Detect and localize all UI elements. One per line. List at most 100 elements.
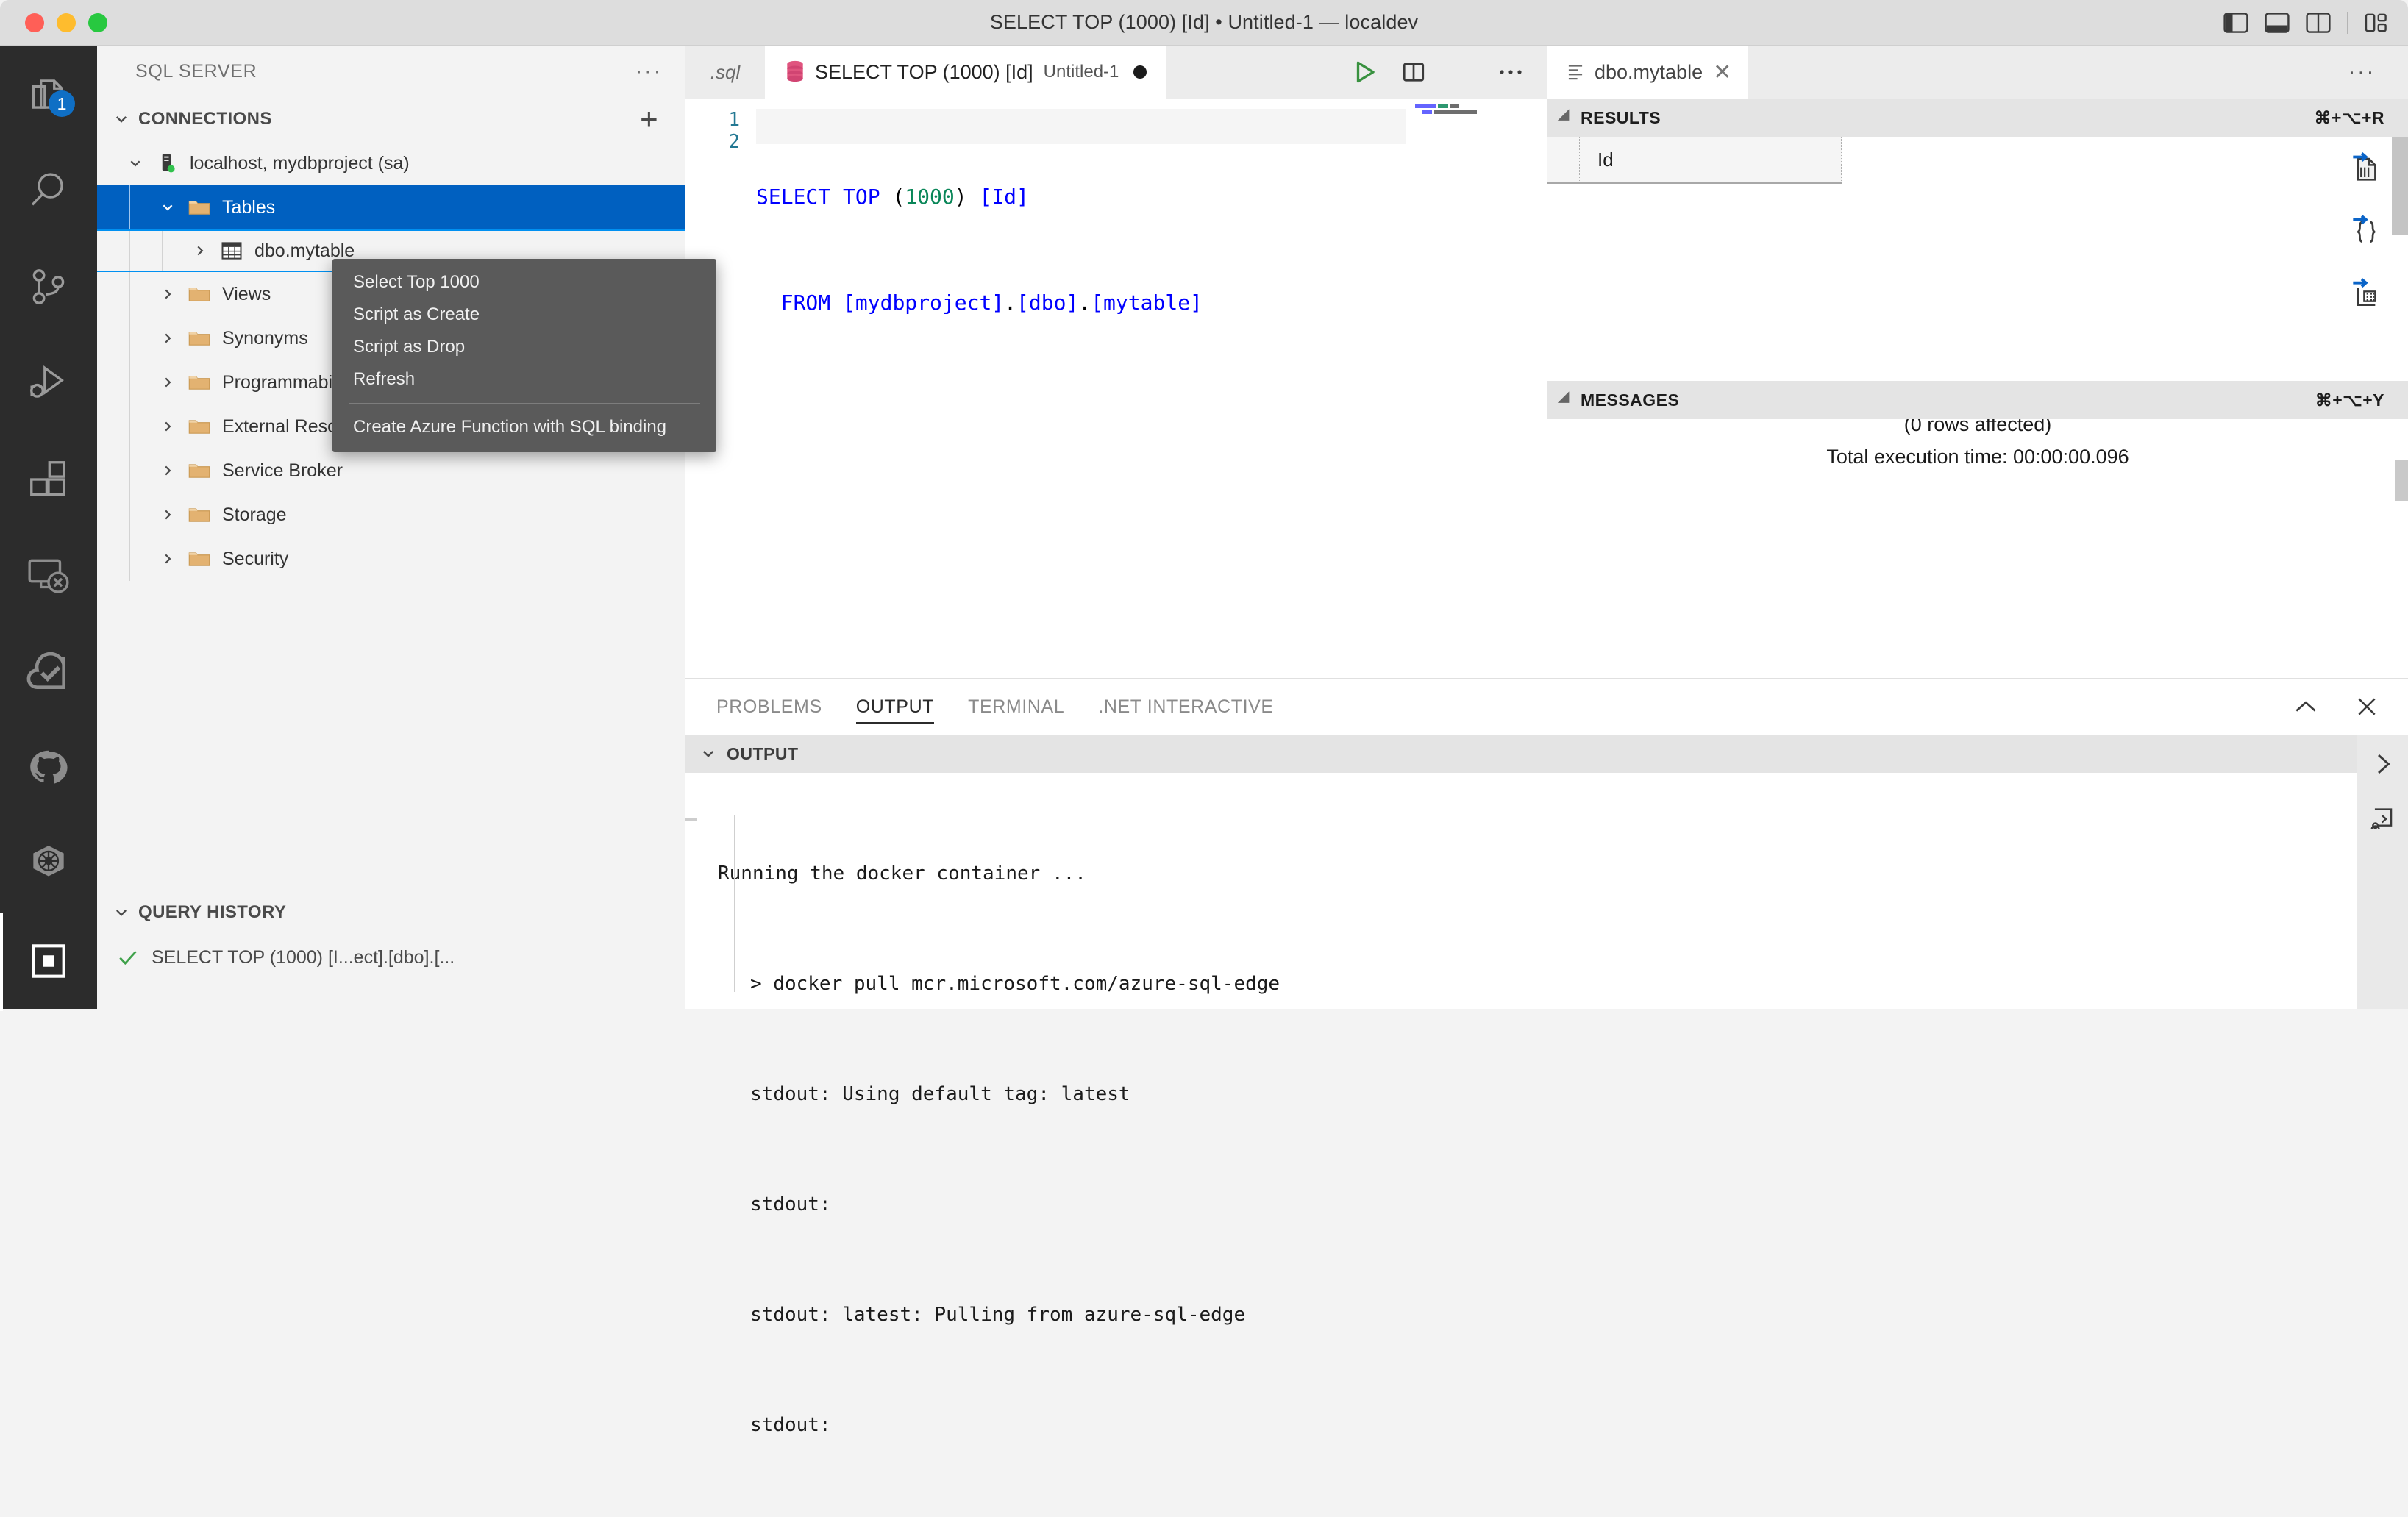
activity-item-run-and-debug[interactable] [0, 335, 97, 431]
tree-item-server[interactable]: localhost, mydbproject (sa) [97, 141, 685, 185]
chevron-up-icon[interactable] [2293, 699, 2318, 715]
open-terminal-icon[interactable] [2370, 805, 2396, 832]
tree-item-tables[interactable]: Tables [97, 185, 685, 229]
save-as-csv-icon[interactable] [2351, 150, 2380, 182]
messages-content[interactable]: (0 rows affected) Total execution time: … [1547, 419, 2408, 537]
messages-scrollbar[interactable] [2395, 460, 2408, 501]
context-menu-item-select-top-1000[interactable]: Select Top 1000 [332, 266, 716, 299]
results-more-actions-button[interactable]: ··· [2348, 60, 2376, 85]
activity-item-azure[interactable] [0, 624, 97, 720]
explorer-badge: 1 [49, 90, 75, 117]
context-menu-item-script-as-drop[interactable]: Script as Drop [332, 331, 716, 363]
code-editor[interactable]: 1 2 SELECT TOP (1000) [Id] FROM [mydbpro… [685, 99, 1547, 678]
activity-item-sql-server[interactable] [0, 913, 97, 1011]
panel-tab-dotnet-interactive[interactable]: .NET INTERACTIVE [1098, 679, 1273, 735]
close-icon[interactable] [2355, 695, 2379, 718]
output-console[interactable]: Running the docker container ... > docke… [685, 773, 2408, 1517]
output-horizontal-scroll-hint[interactable] [685, 818, 697, 821]
save-as-json-icon[interactable] [2351, 213, 2380, 246]
output-section-header[interactable]: OUTPUT [685, 735, 2408, 773]
results-list-icon [1568, 65, 1583, 80]
tree-item-storage[interactable]: Storage [97, 493, 685, 537]
activity-item-github[interactable] [0, 720, 97, 816]
sidebar-more-actions-button[interactable]: ··· [635, 60, 663, 82]
activity-item-kubernetes[interactable] [0, 816, 97, 913]
context-menu-item-create-azure-function[interactable]: Create Azure Function with SQL binding [332, 411, 716, 443]
output-line: stdout: [750, 1414, 831, 1436]
close-icon[interactable]: ✕ [1713, 60, 1731, 85]
sql-server-sidebar: SQL SERVER ··· CONNECTIONS + localhost, … [97, 46, 685, 1009]
chevron-right-icon[interactable] [152, 419, 184, 434]
sidebar-title: SQL SERVER [135, 60, 257, 82]
message-line: (0 rows affected) [1903, 419, 2052, 435]
triangle-collapse-icon[interactable] [1557, 391, 1575, 409]
panel-tab-output[interactable]: OUTPUT [855, 679, 935, 735]
chevron-down-icon[interactable] [700, 746, 716, 762]
server-connected-icon [152, 152, 182, 174]
column-header-id[interactable]: Id [1580, 137, 1842, 182]
panel-side-actions [2357, 735, 2408, 1009]
results-grid[interactable]: Id [1547, 137, 2408, 381]
query-history-item[interactable]: SELECT TOP (1000) [I...ect].[dbo].[... [97, 935, 685, 980]
activity-item-explorer[interactable]: 1 [0, 46, 97, 142]
editor-tab-sql-partial[interactable]: .sql [685, 46, 765, 99]
split-editor-button[interactable] [1401, 60, 1426, 85]
folder-icon [184, 460, 215, 481]
chevron-right-icon[interactable] [152, 552, 184, 566]
tree-item-service-broker[interactable]: Service Broker [97, 449, 685, 493]
results-grid-scrollbar[interactable] [2392, 137, 2408, 235]
window-title: SELECT TOP (1000) [Id] • Untitled-1 — lo… [989, 11, 1419, 33]
chevron-right-icon[interactable] [152, 375, 184, 390]
chevron-right-icon[interactable] [152, 463, 184, 478]
tree-item-security[interactable]: Security [97, 537, 685, 581]
sql-database-icon [787, 60, 803, 82]
panel-tab-problems[interactable]: PROBLEMS [716, 679, 822, 735]
save-as-excel-icon[interactable] [2351, 276, 2380, 309]
context-menu-item-refresh[interactable]: Refresh [332, 363, 716, 396]
chevron-down-icon [115, 116, 127, 123]
chevron-right-icon[interactable] [152, 331, 184, 346]
chevron-down-icon[interactable] [119, 156, 152, 171]
run-query-button[interactable] [1351, 58, 1379, 86]
editor-tab-strip: .sql SELECT TOP (1000) [Id] Untitled-1 [685, 46, 1547, 99]
activity-item-search[interactable] [0, 142, 97, 238]
panel-tab-terminal[interactable]: TERMINAL [968, 679, 1064, 735]
activity-item-extensions[interactable] [0, 431, 97, 527]
activity-item-remote-explorer[interactable] [0, 527, 97, 624]
editor-area: .sql SELECT TOP (1000) [Id] Untitled-1 1… [685, 46, 1547, 678]
connections-section-header[interactable]: CONNECTIONS + [97, 97, 685, 141]
editor-minimap[interactable] [1415, 104, 1496, 126]
toggle-secondary-sidebar-icon[interactable] [2306, 12, 2331, 33]
customize-layout-icon[interactable] [2364, 13, 2389, 33]
messages-section-header[interactable]: MESSAGES ⌘+⌥+Y [1547, 381, 2408, 419]
code-content[interactable]: SELECT TOP (1000) [Id] FROM [mydbproject… [756, 109, 1203, 391]
toggle-primary-sidebar-icon[interactable] [2223, 12, 2248, 33]
chevron-right-icon[interactable] [152, 507, 184, 522]
output-section-label: OUTPUT [727, 743, 799, 763]
triangle-collapse-icon[interactable] [1557, 109, 1575, 126]
query-history-section-header[interactable]: QUERY HISTORY [97, 890, 685, 935]
message-line: Total execution time: 00:00:00.096 [1826, 446, 2129, 468]
activity-item-source-control[interactable] [0, 238, 97, 335]
output-line: stdout: [750, 1193, 831, 1216]
results-export-actions [2351, 150, 2380, 309]
add-connection-button[interactable]: + [640, 104, 658, 135]
editor-dirty-indicator[interactable] [1133, 65, 1147, 79]
chevron-down-icon[interactable] [152, 200, 184, 215]
results-label: RESULTS [1581, 107, 1661, 127]
editor-tab-title: SELECT TOP (1000) [Id] [815, 60, 1033, 83]
output-line: stdout: latest: Pulling from azure-sql-e… [750, 1304, 1246, 1326]
chevron-right-icon[interactable] [152, 287, 184, 301]
toggle-panel-icon[interactable] [2265, 12, 2290, 33]
editor-tab-active[interactable]: SELECT TOP (1000) [Id] Untitled-1 [765, 46, 1167, 99]
results-section-header[interactable]: RESULTS ⌘+⌥+R [1547, 99, 2408, 137]
more-actions-icon[interactable] [1497, 68, 1524, 76]
results-tab-dbo-mytable[interactable]: dbo.mytable ✕ [1547, 46, 1748, 99]
chevron-right-icon[interactable] [184, 243, 216, 258]
folder-icon [184, 549, 215, 569]
context-menu-separator [349, 403, 700, 404]
chevron-right-icon[interactable] [2370, 751, 2396, 777]
context-menu-item-script-as-create[interactable]: Script as Create [332, 299, 716, 331]
tree-item-label: Synonyms [222, 327, 308, 349]
line-number: 1 [728, 109, 740, 131]
